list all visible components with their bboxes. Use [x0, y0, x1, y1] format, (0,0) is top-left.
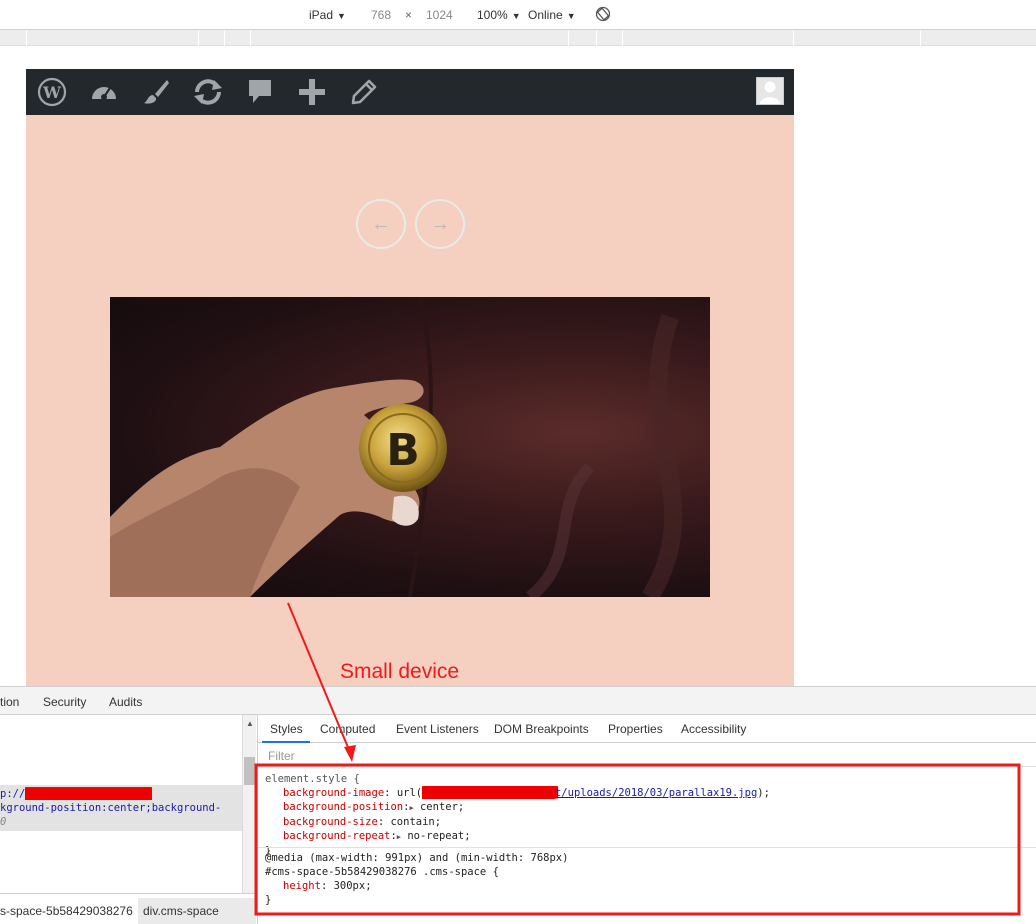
breadcrumb-item-active[interactable]: div.cms-space: [143, 904, 219, 918]
comments-icon[interactable]: [244, 77, 276, 107]
styles-filter-input[interactable]: Filter: [258, 743, 1036, 767]
css-declaration-bg-size[interactable]: background-size: contain;: [265, 815, 770, 829]
styles-subtabs: Styles Computed Event Listeners DOM Brea…: [258, 715, 1036, 743]
arrow-right-icon: →: [430, 212, 450, 235]
styles-sidebar: Styles Computed Event Listeners DOM Brea…: [257, 715, 1036, 924]
node-style-line-2: kground-position:center;background-: [0, 802, 222, 814]
slider-prev-button[interactable]: ←: [356, 199, 406, 249]
device-viewport: W ← → B: [26, 69, 794, 689]
css-declaration-bg-image[interactable]: background-image: url(██████████████████…: [265, 786, 770, 800]
customize-brush-icon[interactable]: [140, 77, 172, 107]
elements-scrollbar[interactable]: ▲ ▼: [242, 715, 256, 905]
height-input[interactable]: 1024: [426, 8, 453, 22]
network-label: Online: [528, 8, 563, 22]
image-url-link[interactable]: t/uploads/2018/03/parallax19.jpg: [555, 787, 757, 799]
zoom-select[interactable]: 100% ▼: [477, 8, 521, 22]
selected-node-row[interactable]: p://████████████████████ kground-positio…: [0, 785, 242, 831]
dimension-separator: ×: [405, 8, 413, 22]
tab-audits[interactable]: Audits: [109, 695, 142, 709]
width-input[interactable]: 768: [371, 8, 391, 22]
media-query: @media (max-width: 991px) and (min-width…: [265, 852, 569, 864]
hero-background-image: B: [110, 297, 710, 597]
node-style-line-3: 0: [0, 816, 7, 828]
slider-next-button[interactable]: →: [415, 199, 465, 249]
scrollbar-thumb[interactable]: [244, 757, 255, 785]
rotate-icon[interactable]: [595, 6, 611, 25]
wp-admin-bar: W: [26, 69, 794, 115]
arrow-left-icon: ←: [371, 212, 391, 235]
rule-divider: [258, 847, 1036, 848]
svg-text:B: B: [386, 425, 420, 476]
media-rule: @media (max-width: 991px) and (min-width…: [265, 851, 568, 907]
redacted-url: ████████████████████: [25, 788, 152, 800]
tab-application[interactable]: tion: [0, 695, 19, 709]
tab-computed[interactable]: Computed: [320, 722, 375, 736]
edit-pencil-icon[interactable]: [348, 77, 380, 107]
chevron-down-icon: ▼: [511, 11, 521, 21]
chevron-down-icon: ▼: [337, 11, 346, 21]
device-select-label: iPad: [309, 8, 334, 22]
media-query-ruler[interactable]: [0, 30, 1036, 46]
expand-triangle-icon[interactable]: ▶: [409, 804, 413, 812]
zoom-label: 100%: [477, 8, 508, 22]
scroll-up-icon[interactable]: ▲: [246, 719, 254, 728]
tab-dom-breakpoints[interactable]: DOM Breakpoints: [494, 722, 589, 736]
new-content-plus-icon[interactable]: [296, 77, 328, 107]
svg-text:W: W: [42, 83, 62, 102]
element-style-selector: element.style {: [265, 773, 360, 785]
breadcrumb-item[interactable]: s-space-5b58429038276: [0, 904, 133, 918]
device-select[interactable]: iPad ▼: [309, 8, 346, 22]
media-rule-selector: #cms-space-5b58429038276 .cms-space {: [265, 866, 499, 878]
annotation-label: Small device: [340, 660, 460, 683]
tab-properties[interactable]: Properties: [608, 722, 663, 736]
css-rules: element.style { background-image: url(██…: [265, 772, 770, 858]
node-style-line-1: p://████████████████████: [0, 788, 152, 800]
css-declaration-bg-position[interactable]: background-position:▶ center;: [265, 800, 770, 815]
network-throttle-select[interactable]: Online ▼: [528, 8, 576, 22]
chevron-down-icon: ▼: [566, 11, 576, 21]
redacted-url: ████████████████████████████████████████: [422, 787, 558, 799]
device-toolbar: iPad ▼ 768 × 1024 100% ▼ Online ▼: [0, 0, 1036, 30]
css-declaration-bg-repeat[interactable]: background-repeat:▶ no-repeat;: [265, 829, 770, 844]
devtools-main-tabs: tion Security Audits: [0, 687, 1036, 715]
css-declaration-height[interactable]: height: 300px;: [265, 879, 568, 893]
updates-icon[interactable]: [192, 77, 224, 107]
dashboard-icon[interactable]: [88, 77, 120, 107]
avatar[interactable]: [756, 77, 784, 105]
wordpress-logo-icon[interactable]: W: [36, 77, 68, 107]
rule-close-brace: }: [265, 894, 272, 906]
tab-styles[interactable]: Styles: [270, 722, 303, 736]
tab-event-listeners[interactable]: Event Listeners: [396, 722, 479, 736]
breadcrumb: s-space-5b58429038276 div.cms-space: [0, 893, 256, 924]
tab-security[interactable]: Security: [43, 695, 86, 709]
tab-accessibility[interactable]: Accessibility: [681, 722, 746, 736]
devtools-panel: tion Security Audits p://███████████████…: [0, 686, 1036, 924]
expand-triangle-icon[interactable]: ▶: [397, 833, 401, 841]
